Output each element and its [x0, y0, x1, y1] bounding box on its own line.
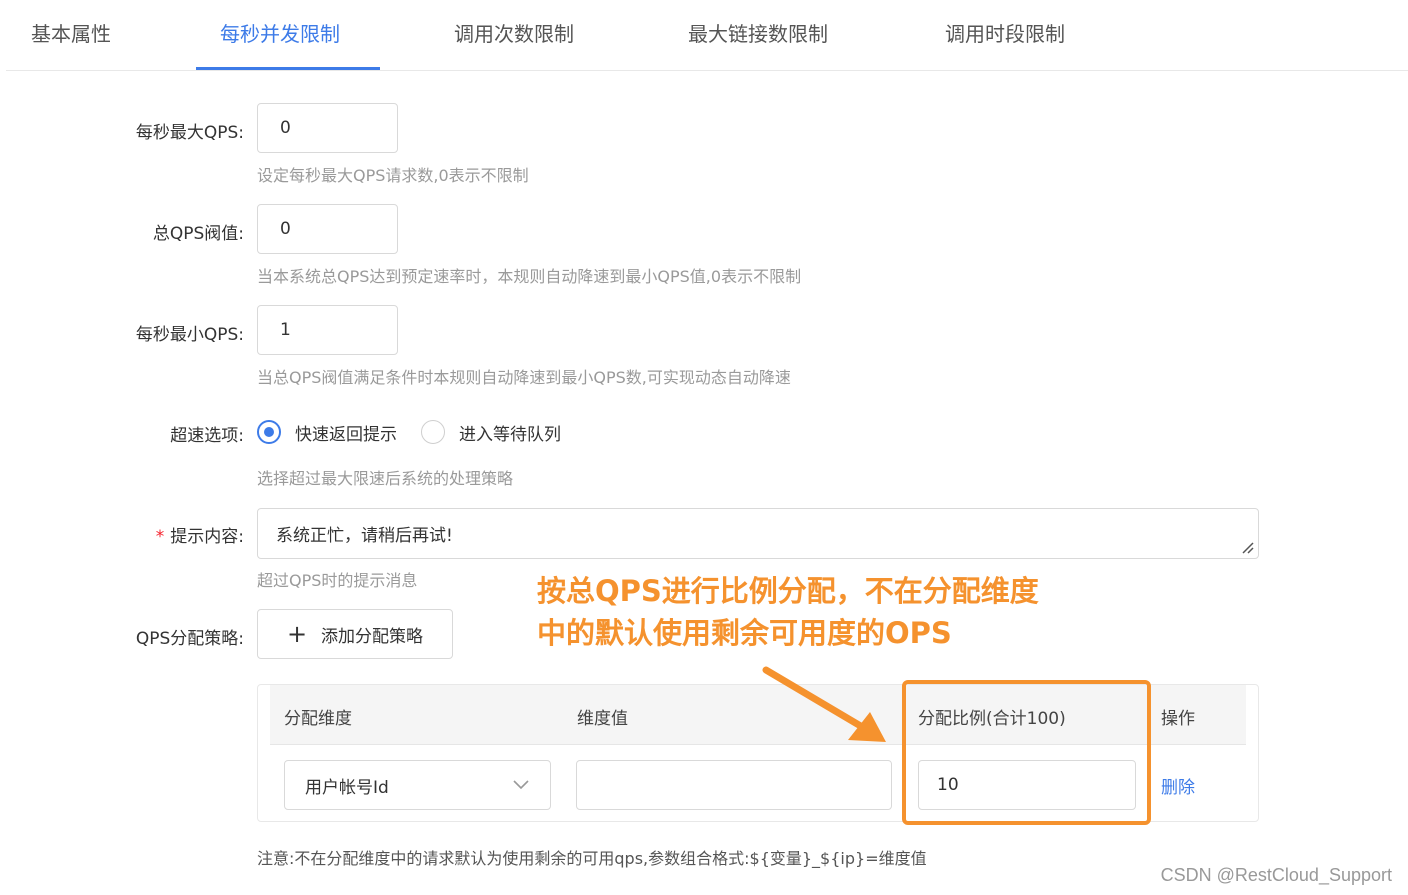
- max-qps-label: 每秒最大QPS:: [135, 123, 244, 143]
- annotation-line-2: 中的默认使用剩余可用度的OPS: [537, 616, 952, 650]
- required-asterisk: *: [155, 527, 165, 547]
- min-qps-input[interactable]: 1: [257, 305, 398, 355]
- chevron-down-icon: [513, 780, 529, 790]
- plus-icon: +: [286, 620, 308, 648]
- prompt-textarea[interactable]: 系统正忙，请稍后再试!: [257, 508, 1259, 559]
- radio-fast-return[interactable]: 快速返回提示: [257, 420, 397, 445]
- overspeed-radio-group: 快速返回提示 进入等待队列: [257, 419, 585, 445]
- table-header: 分配维度 维度值 分配比例(合计100) 操作: [270, 685, 1246, 745]
- column-header-dimension-value: 维度值: [577, 709, 628, 729]
- tab-max-connections-limit[interactable]: 最大链接数限制: [688, 18, 828, 47]
- min-qps-value: 1: [280, 320, 291, 340]
- tab-basic-properties[interactable]: 基本属性: [31, 18, 111, 47]
- strategy-label: QPS分配策略:: [135, 629, 244, 649]
- ratio-value: 10: [937, 775, 959, 795]
- tab-per-second-concurrency[interactable]: 每秒并发限制: [220, 18, 340, 47]
- dimension-select[interactable]: 用户帐号Id: [284, 760, 551, 810]
- column-header-action: 操作: [1161, 709, 1195, 729]
- prompt-label-text: 提示内容:: [170, 527, 244, 547]
- radio-checked-icon: [257, 420, 281, 444]
- total-qps-value: 0: [280, 219, 291, 239]
- annotation-text: 按总QPS进行比例分配，不在分配维度 中的默认使用剩余可用度的OPS: [537, 570, 1039, 654]
- radio-wait-queue[interactable]: 进入等待队列: [421, 420, 561, 445]
- overspeed-help: 选择超过最大限速后系统的处理策略: [257, 469, 514, 488]
- add-strategy-button[interactable]: + 添加分配策略: [257, 609, 453, 659]
- tab-call-count-limit[interactable]: 调用次数限制: [454, 18, 574, 47]
- max-qps-help: 设定每秒最大QPS请求数,0表示不限制: [257, 166, 529, 185]
- active-tab-indicator: [196, 67, 380, 70]
- strategy-table: 分配维度 维度值 分配比例(合计100) 操作 用户帐号Id 10 删除: [257, 684, 1259, 822]
- add-strategy-label: 添加分配策略: [321, 626, 424, 647]
- strategy-note: 注意:不在分配维度中的请求默认为使用剩余的可用qps,参数组合格式:${变量}_…: [257, 849, 927, 868]
- annotation-line-1: 按总QPS进行比例分配，不在分配维度: [537, 574, 1039, 608]
- tab-bar: 基本属性 每秒并发限制 调用次数限制 最大链接数限制 调用时段限制: [6, 0, 1408, 71]
- max-qps-value: 0: [280, 118, 291, 138]
- prompt-help: 超过QPS时的提示消息: [257, 571, 418, 590]
- total-qps-label: 总QPS阀值:: [152, 224, 244, 244]
- dimension-selected-value: 用户帐号Id: [305, 777, 389, 798]
- radio-wait-queue-label: 进入等待队列: [459, 424, 561, 445]
- tab-call-time-limit[interactable]: 调用时段限制: [945, 18, 1065, 47]
- min-qps-help: 当总QPS阀值满足条件时本规则自动降速到最小QPS数,可实现动态自动降速: [257, 368, 791, 387]
- total-qps-input[interactable]: 0: [257, 204, 398, 254]
- dimension-value-input[interactable]: [576, 760, 892, 810]
- ratio-input[interactable]: 10: [918, 760, 1136, 810]
- min-qps-label: 每秒最小QPS:: [135, 325, 244, 345]
- max-qps-input[interactable]: 0: [257, 103, 398, 153]
- radio-unchecked-icon: [421, 420, 445, 444]
- prompt-label: * 提示内容:: [156, 522, 244, 547]
- delete-link[interactable]: 删除: [1161, 773, 1195, 798]
- total-qps-help: 当本系统总QPS达到预定速率时，本规则自动降速到最小QPS值,0表示不限制: [257, 267, 802, 286]
- column-header-dimension: 分配维度: [284, 709, 352, 729]
- radio-fast-return-label: 快速返回提示: [295, 424, 397, 445]
- csdn-watermark: CSDN @RestCloud_Support: [1160, 865, 1392, 885]
- column-header-ratio: 分配比例(合计100): [918, 709, 1066, 729]
- overspeed-label: 超速选项:: [170, 426, 244, 446]
- prompt-value: 系统正忙，请稍后再试!: [276, 526, 453, 546]
- resize-handle-icon[interactable]: [1240, 540, 1254, 554]
